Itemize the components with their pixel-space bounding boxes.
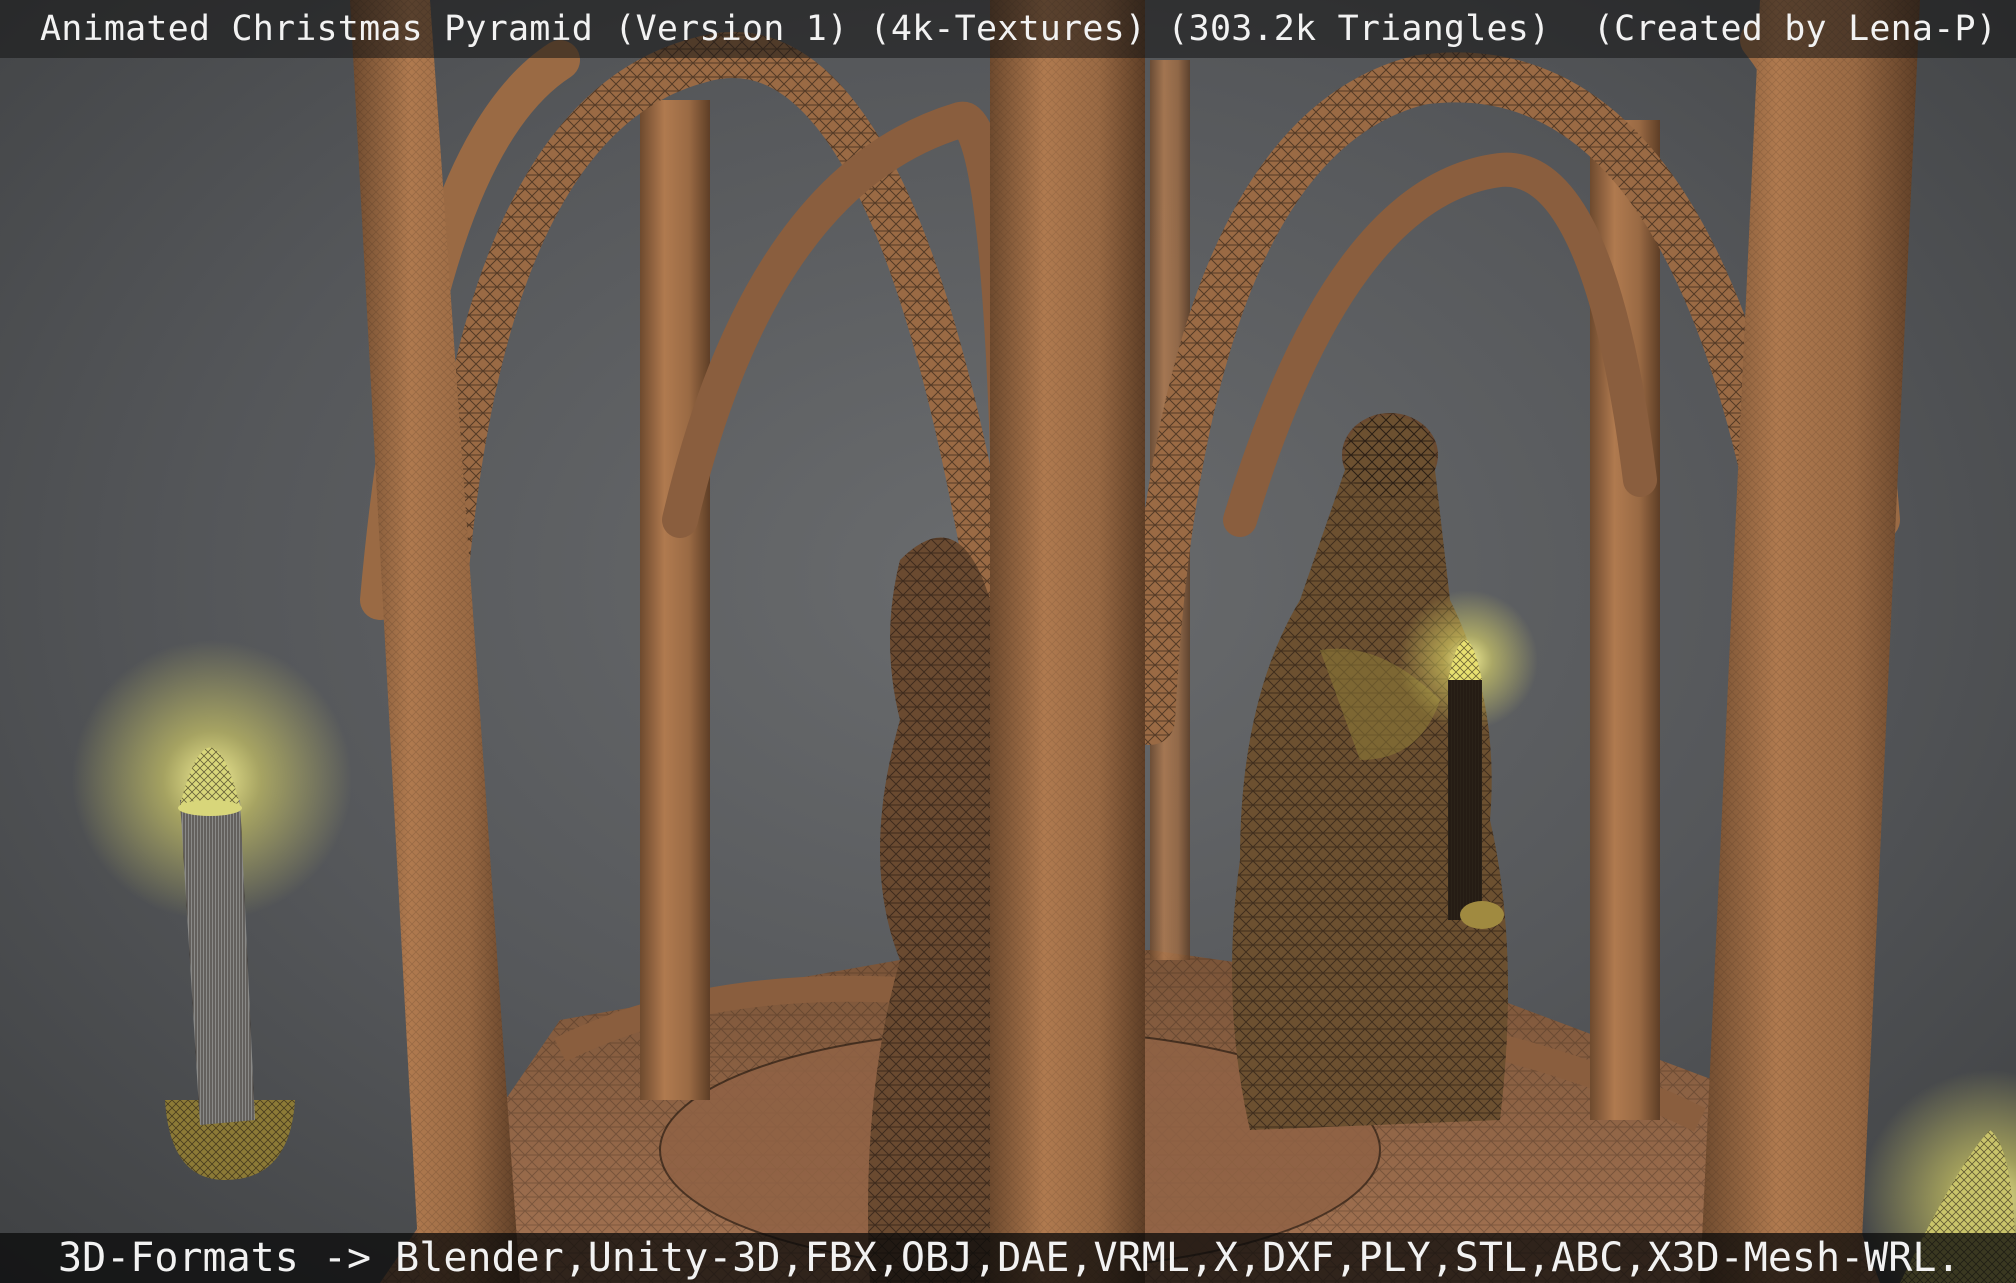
formats-banner: 3D-Formats -> Blender,Unity-3D,FBX,OBJ,D… [0,1233,2016,1283]
candle-large [72,640,352,1180]
pyramid-render [72,0,2016,1283]
figurine-left [868,537,990,1283]
title-banner: Animated Christmas Pyramid (Version 1) (… [0,0,2016,58]
render-frame: Animated Christmas Pyramid (Version 1) (… [0,0,2016,1283]
render-title: Animated Christmas Pyramid (Version 1) (… [40,9,1998,49]
formats-text: 3D-Formats -> Blender,Unity-3D,FBX,OBJ,D… [58,1235,1961,1281]
